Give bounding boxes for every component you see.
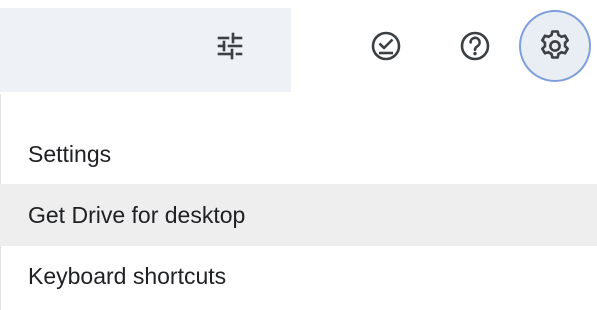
settings-dropdown-menu: Settings Get Drive for desktop Keyboard … <box>0 94 597 310</box>
ready-for-offline-button[interactable] <box>362 22 410 70</box>
top-toolbar <box>0 0 597 94</box>
settings-gear-icon <box>541 30 569 59</box>
menu-item-label: Settings <box>28 140 112 167</box>
ready-for-offline-icon <box>371 31 401 61</box>
menu-item-get-drive-for-desktop[interactable]: Get Drive for desktop <box>0 184 597 246</box>
search-options-button[interactable] <box>206 22 254 70</box>
settings-menu-screen: Settings Get Drive for desktop Keyboard … <box>0 0 597 310</box>
support-button[interactable] <box>451 22 499 70</box>
menu-item-settings[interactable]: Settings <box>0 123 597 185</box>
menu-item-keyboard-shortcuts[interactable]: Keyboard shortcuts <box>0 245 597 307</box>
help-icon <box>460 31 490 61</box>
tune-icon <box>217 32 243 60</box>
menu-item-label: Keyboard shortcuts <box>28 262 227 289</box>
menu-item-label: Get Drive for desktop <box>28 201 246 228</box>
settings-button[interactable] <box>521 12 589 80</box>
